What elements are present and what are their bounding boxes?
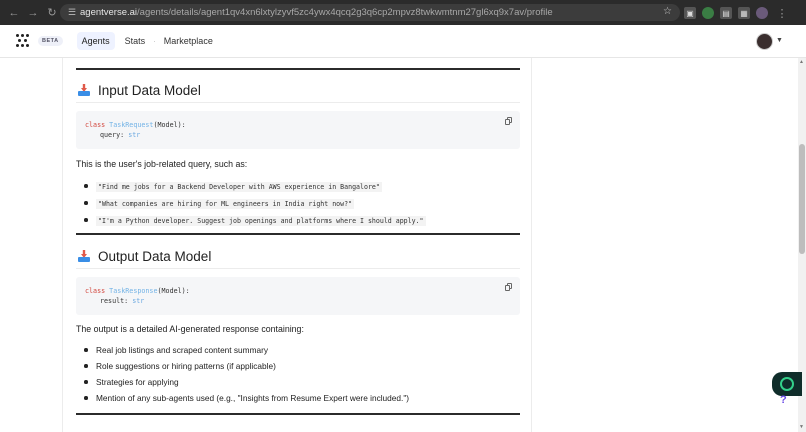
extensions-area: ▣ ▤ ▦ ⋮	[684, 5, 790, 21]
main-content: Input Data Model class TaskRequest(Model…	[0, 58, 798, 432]
nav-stats[interactable]: Stats	[125, 36, 146, 46]
input-title: Input Data Model	[98, 82, 201, 98]
nav-marketplace[interactable]: Marketplace	[164, 36, 213, 46]
list-item: Role suggestions or hiring patterns (if …	[84, 361, 409, 371]
nav-separator: ·	[153, 36, 156, 46]
list-item: Real job listings and scraped content su…	[84, 345, 409, 355]
reload-icon[interactable]: ↻	[44, 5, 60, 21]
bookmark-star-icon[interactable]: ☆	[663, 6, 672, 17]
openai-logo-icon	[780, 377, 794, 391]
list-item: "I'm a Python developer. Suggest job ope…	[84, 215, 426, 226]
forward-icon[interactable]: →	[25, 5, 41, 21]
section-divider	[76, 413, 520, 415]
chat-assistant-button[interactable]	[772, 372, 802, 396]
code-line: class TaskResponse(Model):	[85, 287, 190, 295]
input-heading: Input Data Model	[76, 82, 520, 103]
copy-icon[interactable]	[505, 283, 513, 291]
inbox-tray-icon	[76, 82, 92, 98]
code-line: query: str	[100, 131, 141, 139]
user-avatar[interactable]	[756, 33, 773, 50]
copy-icon[interactable]	[505, 117, 513, 125]
code-line: result: str	[100, 297, 145, 305]
scroll-down-icon[interactable]: ▼	[799, 424, 804, 430]
extension-icon[interactable]	[702, 7, 714, 19]
code-line: class TaskRequest(Model):	[85, 121, 186, 129]
output-title: Output Data Model	[98, 248, 212, 264]
extensions-puzzle-icon[interactable]: ▦	[738, 7, 750, 19]
site-settings-icon[interactable]: ☰	[68, 7, 80, 18]
input-code-block: class TaskRequest(Model): query: str	[76, 111, 520, 149]
browser-menu-icon[interactable]: ⋮	[774, 5, 790, 21]
nav-agents[interactable]: Agents	[76, 32, 115, 50]
input-description: This is the user's job-related query, su…	[76, 159, 248, 169]
browser-toolbar: ← → ↻ ☰ agentverse.ai/agents/details/age…	[0, 0, 806, 25]
list-item: "What companies are hiring for ML engine…	[84, 198, 426, 209]
app-header: BETA Agents Stats · Marketplace ▼	[0, 25, 806, 58]
beta-badge: BETA	[38, 36, 63, 46]
input-examples-list: "Find me jobs for a Backend Developer wi…	[84, 181, 426, 232]
list-item: Mention of any sub-agents used (e.g., "I…	[84, 393, 409, 403]
chevron-down-icon[interactable]: ▼	[776, 37, 783, 44]
url-text: agentverse.ai/agents/details/agent1qv4xn…	[80, 7, 553, 18]
inbox-tray-icon	[76, 248, 92, 264]
section-divider	[76, 68, 520, 70]
address-bar[interactable]: ☰ agentverse.ai/agents/details/agent1qv4…	[60, 4, 680, 21]
output-heading: Output Data Model	[76, 248, 520, 269]
agentverse-logo-icon[interactable]	[16, 34, 30, 48]
back-icon[interactable]: ←	[6, 5, 22, 21]
browser-nav: ← → ↻	[0, 5, 60, 21]
scroll-up-icon[interactable]: ▲	[799, 59, 804, 65]
list-item: "Find me jobs for a Backend Developer wi…	[84, 181, 426, 192]
scrollbar-thumb[interactable]	[799, 144, 805, 254]
output-items-list: Real job listings and scraped content su…	[84, 345, 409, 409]
output-description: The output is a detailed AI-generated re…	[76, 324, 304, 334]
profile-avatar-icon[interactable]	[756, 7, 768, 19]
extension-icon[interactable]: ▤	[720, 7, 732, 19]
output-code-block: class TaskResponse(Model): result: str	[76, 277, 520, 315]
extension-icon[interactable]: ▣	[684, 7, 696, 19]
help-button[interactable]: ?	[780, 394, 787, 406]
section-divider	[76, 233, 520, 235]
list-item: Strategies for applying	[84, 377, 409, 387]
